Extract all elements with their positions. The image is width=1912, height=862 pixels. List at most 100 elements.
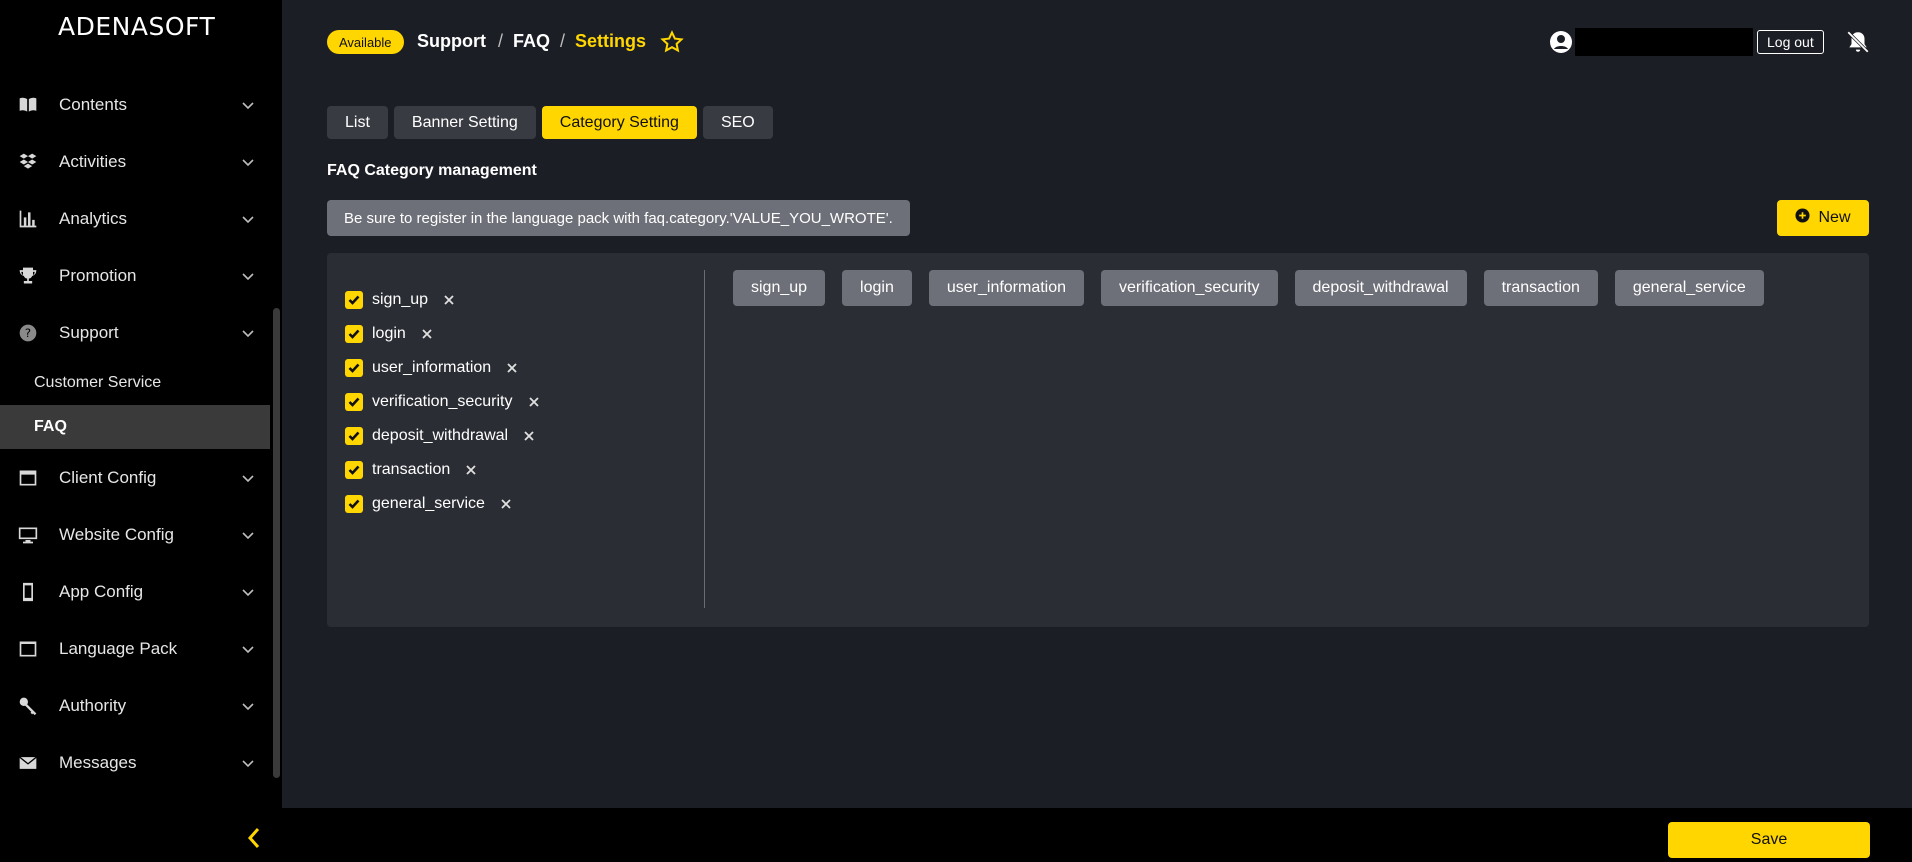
sidebar-item-app-config[interactable]: App Config [0, 563, 272, 620]
monitor-icon [18, 525, 38, 545]
category-checkbox[interactable] [345, 461, 363, 479]
list-item: verification_security [345, 385, 541, 419]
svg-text:?: ? [25, 326, 31, 340]
section-title: FAQ Category management [327, 162, 537, 179]
category-checkbox[interactable] [345, 359, 363, 377]
chevron-down-icon [240, 584, 256, 600]
tab-banner-setting[interactable]: Banner Setting [393, 106, 536, 139]
save-button[interactable]: Save [1668, 822, 1870, 858]
category-name: deposit_withdrawal [372, 427, 509, 444]
sidebar-item-language-pack[interactable]: Language Pack [0, 620, 272, 677]
category-order-chips: sign_up login user_information verificat… [733, 270, 1764, 306]
sidebar-item-label: Client Config [59, 467, 157, 487]
list-item: sign_up [345, 283, 541, 317]
envelope-icon [18, 753, 38, 773]
sidebar-item-analytics[interactable]: Analytics [0, 190, 272, 247]
breadcrumb-faq[interactable]: FAQ [513, 31, 550, 52]
remove-icon[interactable] [527, 395, 541, 409]
category-checkbox[interactable] [345, 495, 363, 513]
chevron-left-icon [244, 826, 264, 855]
sidebar-item-contents[interactable]: Contents [0, 76, 272, 133]
sidebar: ADENASOFT Contents Activities Analytics … [0, 0, 282, 862]
settings-tabs: List Banner Setting Category Setting SEO [327, 106, 773, 139]
logout-button[interactable]: Log out [1757, 30, 1824, 54]
sidebar-item-messages[interactable]: Messages [0, 734, 272, 791]
category-list: sign_up login user_information verificat… [345, 283, 541, 521]
category-name: login [372, 325, 406, 342]
sidebar-scrollbar[interactable] [273, 308, 280, 778]
bar-chart-icon [18, 209, 38, 229]
book-icon [18, 95, 38, 115]
category-name: user_information [372, 359, 492, 376]
list-item: deposit_withdrawal [345, 419, 541, 453]
chevron-down-icon [240, 755, 256, 771]
dropbox-icon [18, 152, 38, 172]
tab-seo[interactable]: SEO [702, 106, 773, 139]
chevron-down-icon [240, 641, 256, 657]
mobile-icon [18, 582, 38, 602]
sidebar-item-label: Support [59, 322, 119, 342]
key-icon [18, 696, 38, 716]
category-checkbox[interactable] [345, 325, 363, 343]
sidebar-item-support[interactable]: ? Support [0, 304, 272, 361]
sidebar-item-label: Authority [59, 695, 127, 715]
status-badge: Available [327, 30, 404, 54]
brand-logo[interactable]: ADENASOFT [58, 12, 215, 41]
category-chip[interactable]: user_information [928, 270, 1085, 306]
remove-icon[interactable] [505, 361, 519, 375]
sidebar-item-promotion[interactable]: Promotion [0, 247, 272, 304]
sidebar-subitem-label: Customer Service [34, 374, 162, 391]
sidebar-item-label: Activities [59, 151, 127, 171]
category-chip[interactable]: deposit_withdrawal [1294, 270, 1467, 306]
sidebar-item-label: Messages [59, 752, 137, 772]
bell-off-icon[interactable] [1845, 29, 1871, 55]
remove-icon[interactable] [420, 327, 434, 341]
category-chip[interactable]: general_service [1614, 270, 1764, 306]
remove-icon[interactable] [464, 463, 478, 477]
category-checkbox[interactable] [345, 393, 363, 411]
category-checkbox[interactable] [345, 291, 363, 309]
sidebar-subitem-faq[interactable]: FAQ [0, 405, 270, 449]
new-category-button[interactable]: New [1777, 200, 1869, 236]
sidebar-item-label: Language Pack [59, 638, 178, 658]
category-panel: sign_up login user_information verificat… [327, 253, 1869, 627]
sidebar-item-label: Contents [59, 94, 128, 114]
tab-category-setting[interactable]: Category Setting [541, 106, 697, 139]
chevron-down-icon [240, 154, 256, 170]
category-chip[interactable]: verification_security [1101, 270, 1278, 306]
question-circle-icon: ? [18, 323, 38, 343]
chevron-down-icon [240, 97, 256, 113]
category-chip[interactable]: sign_up [733, 270, 826, 306]
chevron-down-icon [240, 268, 256, 284]
trophy-icon [18, 266, 38, 286]
category-chip[interactable]: login [842, 270, 912, 306]
sidebar-item-activities[interactable]: Activities [0, 133, 272, 190]
breadcrumb-support[interactable]: Support [417, 31, 486, 52]
top-header: Available Support / FAQ / Settings Log o… [282, 0, 1912, 84]
sidebar-item-client-config[interactable]: Client Config [0, 449, 272, 506]
chevron-down-icon [240, 527, 256, 543]
category-name: verification_security [372, 393, 513, 410]
category-checkbox[interactable] [345, 427, 363, 445]
new-button-label: New [1818, 209, 1851, 226]
collapse-sidebar-button[interactable] [242, 826, 266, 854]
category-name: sign_up [372, 291, 429, 308]
sidebar-item-label: Promotion [59, 265, 137, 285]
remove-icon[interactable] [442, 293, 456, 307]
sidebar-subitem-customer-service[interactable]: Customer Service [0, 361, 272, 405]
remove-icon[interactable] [499, 497, 513, 511]
sidebar-item-label: Website Config [59, 524, 174, 544]
remove-icon[interactable] [522, 429, 536, 443]
sidebar-item-label: Analytics [59, 208, 128, 228]
breadcrumb-separator: / [498, 31, 504, 51]
favorite-star-icon[interactable] [660, 30, 684, 54]
tab-list[interactable]: List [327, 106, 388, 139]
list-item: user_information [345, 351, 541, 385]
sidebar-item-authority[interactable]: Authority [0, 677, 272, 734]
user-avatar-icon[interactable] [1549, 30, 1573, 54]
sidebar-item-website-config[interactable]: Website Config [0, 506, 272, 563]
breadcrumb-settings: Settings [575, 31, 647, 51]
category-name: general_service [372, 495, 485, 512]
category-chip[interactable]: transaction [1483, 270, 1598, 306]
plus-circle-icon [1795, 208, 1811, 228]
